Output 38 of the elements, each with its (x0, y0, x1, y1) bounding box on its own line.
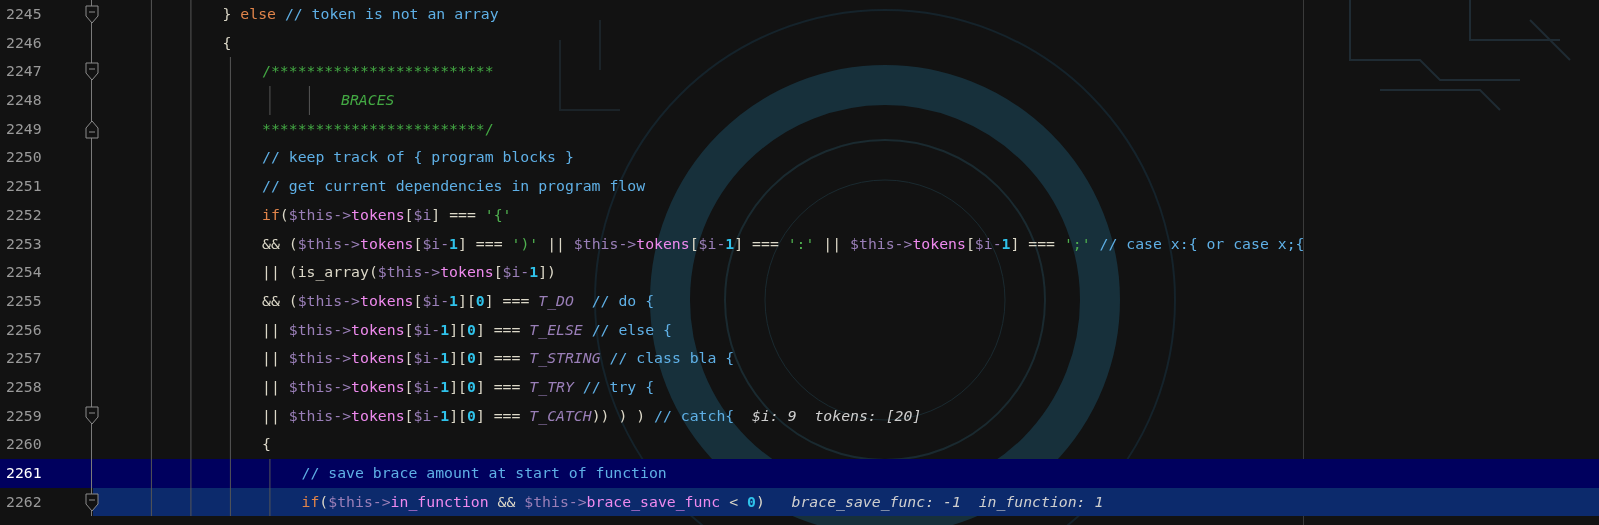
line-number: 2247 (5, 61, 43, 82)
line-number: 2254 (5, 262, 43, 283)
code-line: } else // token is not an array (104, 0, 499, 29)
code-line: || $this->tokens[$i-1][0] === T_TRY // try { (104, 372, 655, 402)
line-number: 2256 (5, 319, 43, 340)
code-line: || $this->tokens[$i-1][0] === T_CATCH)) ) ) // catch{ $i: 9 tokens: [20] (104, 401, 922, 431)
line-number: 2262 (5, 491, 43, 512)
code-line: if($this->in_function && $this->brace_save_func < 0) brace_save_func: -1 in_function: 1 (104, 487, 1104, 517)
line-number: 2248 (5, 90, 43, 111)
line-number: 2253 (5, 233, 43, 254)
fold-collapse-icon[interactable] (85, 406, 99, 426)
fold-collapse-icon[interactable] (85, 4, 99, 24)
code-line: || $this->tokens[$i-1][0] === T_STRING // class bla { (104, 344, 735, 373)
code-line: // get current dependencies in program flow (104, 172, 646, 201)
code-line: if($this->tokens[$i] === '{' (104, 200, 512, 230)
fold-end-icon[interactable] (85, 119, 99, 139)
code-line: /************************* (104, 57, 494, 87)
line-number: 2257 (5, 348, 43, 369)
code-line: // save brace amount at start of function (104, 459, 667, 488)
line-number: 2255 (5, 290, 43, 311)
code-line: && ($this->tokens[$i-1] === ')' || $this->tokens[$i-1] === ':' || $this->tokens[$i-1] === ';' // case x:{ or case x;{ (104, 229, 1305, 259)
line-number: 2259 (5, 405, 43, 426)
fold-collapse-icon[interactable] (85, 62, 99, 82)
line-number: 2260 (5, 434, 43, 455)
code-line: && ($this->tokens[$i-1][0] === T_DO // do { (104, 286, 655, 316)
fold-collapse-icon[interactable] (85, 492, 99, 512)
code-line: || $this->tokens[$i-1][0] === T_ELSE // else { (104, 315, 672, 345)
code-line: // keep track of { program blocks } (104, 143, 574, 173)
line-number: 2261 (5, 463, 43, 483)
line-number: 2251 (5, 176, 43, 197)
line-number: 2249 (5, 118, 43, 139)
code-line: *************************/ (104, 114, 494, 144)
line-number: 2245 (5, 4, 43, 24)
line-number: 2252 (5, 204, 43, 225)
line-number: 2246 (5, 32, 43, 53)
code-line: || (is_array($this->tokens[$i-1]) (104, 258, 557, 287)
line-number: 2250 (5, 147, 43, 168)
line-number: 2258 (5, 376, 43, 397)
